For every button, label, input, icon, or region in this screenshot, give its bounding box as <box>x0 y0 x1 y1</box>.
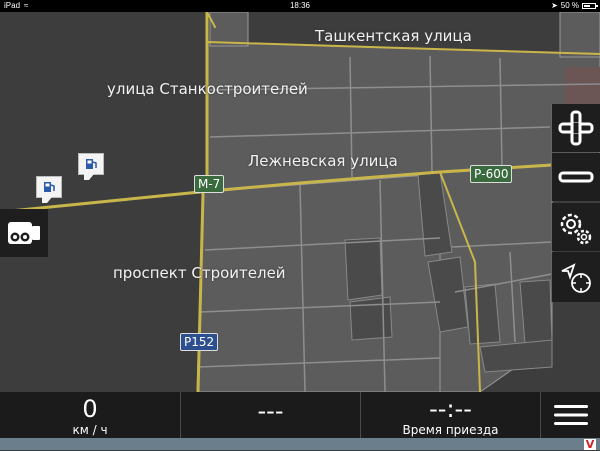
street-label-lezhnevskaya: Лежневская улица <box>248 152 398 170</box>
arrival-time-label: Время приезда <box>402 423 499 437</box>
distance-value: --- <box>257 397 284 425</box>
clock: 18:36 <box>289 1 311 10</box>
status-right: ➤ 50 % <box>551 0 598 12</box>
battery-percent: 50 % <box>560 1 579 10</box>
zoom-in-button[interactable] <box>551 104 600 152</box>
building-1 <box>344 237 383 301</box>
arrival-panel[interactable]: --:-- Время приезда <box>361 392 541 438</box>
fuel-station-marker[interactable] <box>36 176 62 203</box>
building-5 <box>464 283 501 345</box>
building-2 <box>349 296 393 341</box>
distance-panel[interactable]: --- <box>181 392 361 438</box>
settings-button[interactable] <box>551 203 600 251</box>
block-top-small <box>209 12 249 47</box>
street-label-tashkentskaya: Ташкентская улица <box>315 27 472 45</box>
road-badge-m7: М-7 <box>194 175 225 193</box>
block-top-right <box>559 12 600 58</box>
fuel-station-marker[interactable] <box>78 153 104 180</box>
menu-button[interactable] <box>541 392 600 438</box>
info-panel: 0 км / ч --- --:-- Время приезда <box>0 392 600 438</box>
logo: V <box>584 438 596 451</box>
map-view[interactable]: Ташкентская улица улица Станкостроителей… <box>0 12 600 392</box>
speed-camera-button[interactable] <box>0 209 48 257</box>
plus-icon <box>558 110 594 146</box>
gear-icon <box>560 213 592 245</box>
footer-strip: V <box>0 438 600 450</box>
location-button[interactable] <box>551 252 600 302</box>
speed-camera-icon <box>8 222 40 244</box>
status-bar: iPad ≈ 18:36 ➤ 50 % <box>0 0 600 12</box>
street-label-stankostroitelei: улица Станкостроителей <box>107 80 308 98</box>
speed-unit: км / ч <box>72 423 108 437</box>
location-arrow-icon: ➤ <box>551 1 558 10</box>
zoom-out-button[interactable] <box>551 153 600 201</box>
speed-value: 0 <box>82 395 98 423</box>
arrival-time-value: --:-- <box>429 395 472 423</box>
speed-panel[interactable]: 0 км / ч <box>0 392 181 438</box>
hamburger-icon <box>553 405 588 425</box>
building-6 <box>519 279 553 345</box>
road-badge-p600: Р-600 <box>470 165 513 183</box>
fuel-pump-icon <box>44 182 55 192</box>
map-canvas[interactable] <box>0 12 600 392</box>
compass-icon <box>561 263 591 293</box>
road-badge-p152: Р152 <box>180 333 219 351</box>
fuel-pump-icon <box>86 159 97 169</box>
street-label-stroitelei: проспект Строителей <box>113 264 286 282</box>
battery-icon <box>582 3 598 9</box>
minus-icon <box>558 171 594 183</box>
